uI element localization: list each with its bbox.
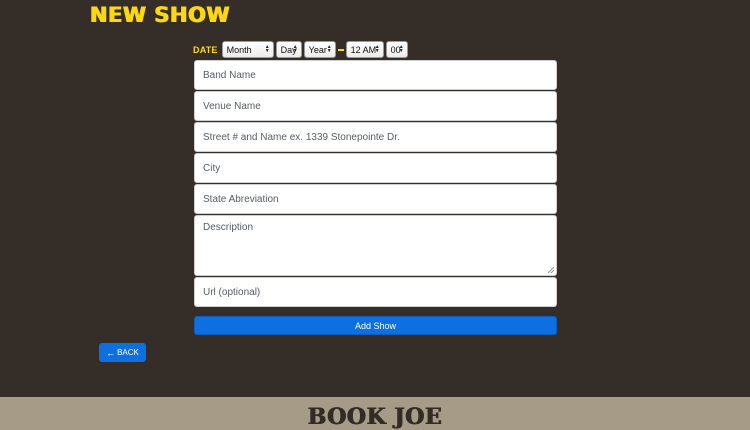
day-select[interactable]: Day ▲ ▼	[275, 41, 302, 58]
url-field[interactable]: Url (optional)	[194, 277, 557, 307]
footer-logo[interactable]: BOOK JOE	[0, 404, 750, 430]
city-field[interactable]: City	[194, 153, 557, 183]
resize-handle-icon[interactable]	[548, 267, 554, 273]
hour-select-value: 12 AM	[350, 44, 377, 55]
back-button[interactable]: ← BACK	[99, 343, 146, 362]
state-field[interactable]: State Abreviation	[194, 184, 557, 214]
new-show-form: Band Name Venue Name Street # and Name e…	[194, 60, 557, 308]
date-label: DATE	[193, 44, 218, 55]
venue-name-placeholder: Venue Name	[203, 100, 261, 112]
footer: BOOK JOE	[0, 397, 750, 430]
url-placeholder: Url (optional)	[203, 286, 261, 298]
date-time-separator	[337, 48, 344, 51]
city-placeholder: City	[203, 162, 221, 174]
minute-select[interactable]: 00 ▲ ▼	[385, 41, 408, 58]
month-select[interactable]: Month ▲ ▼	[221, 41, 274, 58]
up-down-arrows-icon: ▲ ▼	[264, 44, 270, 54]
up-down-arrows-icon: ▲ ▼	[292, 44, 298, 54]
up-down-arrows-icon: ▲ ▼	[374, 44, 380, 54]
hour-select[interactable]: 12 AM ▲ ▼	[345, 41, 384, 58]
up-down-arrows-icon: ▲ ▼	[398, 44, 404, 54]
page-title: NEW SHOW	[90, 3, 231, 27]
venue-name-field[interactable]: Venue Name	[194, 91, 557, 121]
band-name-placeholder: Band Name	[203, 69, 256, 81]
month-select-value: Month	[226, 44, 252, 55]
arrow-left-icon: ←	[106, 347, 116, 358]
add-show-button[interactable]: Add Show	[194, 316, 557, 335]
back-label: BACK	[117, 348, 139, 357]
band-name-field[interactable]: Band Name	[194, 60, 557, 90]
state-placeholder: State Abreviation	[203, 193, 279, 205]
year-select[interactable]: Year ▲ ▼	[303, 41, 336, 58]
date-time-picker: DATE Month ▲ ▼ Day ▲ ▼ Year ▲ ▼ 12 AM ▲ ▼ 00…	[193, 41, 410, 58]
street-placeholder: Street # and Name ex. 1339 Stonepointe D…	[203, 131, 400, 143]
description-textarea[interactable]: Description	[194, 215, 557, 276]
year-select-value: Year	[308, 44, 327, 55]
add-show-label: Add Show	[354, 320, 397, 331]
street-field[interactable]: Street # and Name ex. 1339 Stonepointe D…	[194, 122, 557, 152]
description-placeholder: Description	[203, 222, 254, 233]
up-down-arrows-icon: ▲ ▼	[326, 44, 332, 54]
